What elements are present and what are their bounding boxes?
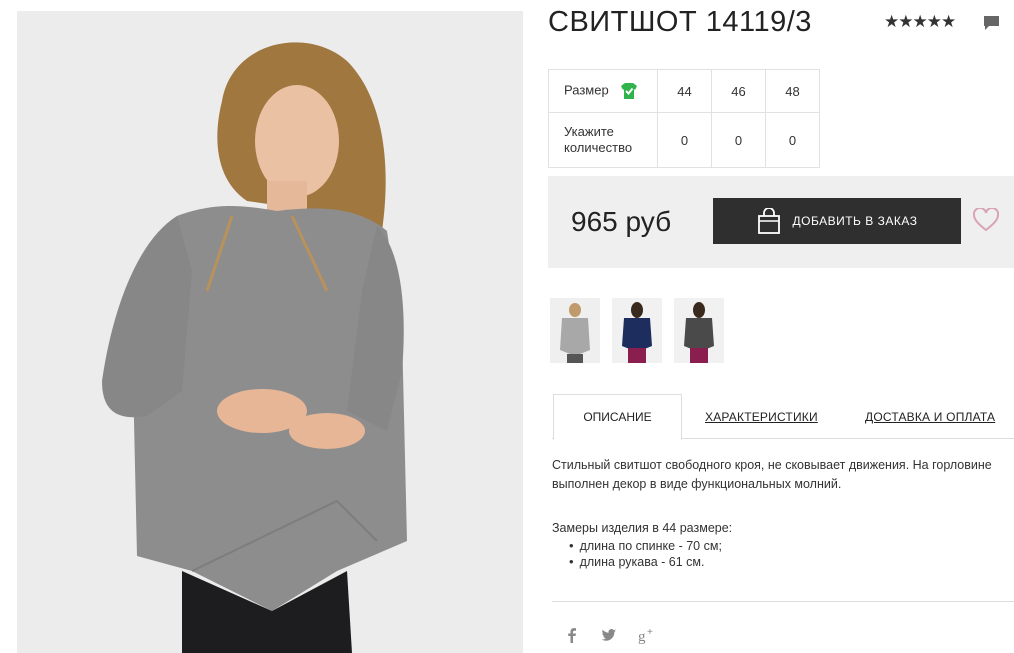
tab-characteristics[interactable]: ХАРАКТЕРИСТИКИ: [705, 394, 818, 439]
measures-block: Замеры изделия в 44 размере: длина по сп…: [552, 520, 732, 570]
size-table: Размер 44 46 48 Укажите количество 0 0 0: [548, 69, 820, 168]
heart-icon[interactable]: [973, 208, 999, 232]
divider: [552, 601, 1014, 602]
quantity-input-44[interactable]: 0: [657, 112, 712, 168]
price: 965 руб: [571, 206, 672, 237]
shirt-check-icon: [621, 83, 638, 99]
add-to-order-label: ДОБАВИТЬ В ЗАКАЗ: [792, 214, 918, 228]
product-tabs: ОПИСАНИЕ ХАРАКТЕРИСТИКИ ДОСТАВКА И ОПЛАТ…: [552, 394, 1014, 440]
thumbnail-navy[interactable]: [612, 298, 662, 363]
description-line: выполнен декор в виде функциональных мол…: [552, 477, 842, 491]
quantity-row: Укажите количество 0 0 0: [548, 112, 820, 168]
measure-item: длина рукава - 61 см.: [569, 554, 732, 570]
thumbnail-dark-grey[interactable]: [674, 298, 724, 363]
twitter-icon[interactable]: [600, 626, 618, 644]
size-row: Размер 44 46 48: [548, 69, 820, 113]
description-line: Стильный свитшот свободного кроя, не ско…: [552, 458, 992, 472]
tab-delivery[interactable]: ДОСТАВКА И ОПЛАТА: [865, 394, 995, 439]
facebook-icon[interactable]: [563, 626, 581, 644]
size-option-44[interactable]: 44: [657, 69, 712, 113]
quantity-label: Укажите количество: [548, 112, 658, 168]
svg-text:+: +: [647, 627, 653, 638]
add-to-order-button[interactable]: ДОБАВИТЬ В ЗАКАЗ: [713, 198, 961, 244]
size-option-48[interactable]: 48: [765, 69, 820, 113]
shopping-bag-icon: [757, 208, 780, 234]
size-label-cell: Размер: [548, 69, 658, 113]
quantity-input-48[interactable]: 0: [765, 112, 820, 168]
comment-icon[interactable]: [983, 15, 1000, 31]
measures-title: Замеры изделия в 44 размере:: [552, 521, 733, 535]
description-text: Стильный свитшот свободного кроя, не ско…: [552, 456, 1014, 494]
svg-text:g: g: [638, 629, 646, 644]
size-option-46[interactable]: 46: [711, 69, 766, 113]
size-label: Размер: [564, 82, 609, 98]
product-title: СВИТШОТ 14119/3: [548, 6, 812, 38]
main-product-image[interactable]: [17, 11, 523, 653]
quantity-input-46[interactable]: 0: [711, 112, 766, 168]
rating-stars[interactable]: ★★★★★: [884, 12, 956, 32]
measures-list: длина по спинке - 70 см; длина рукава - …: [552, 538, 732, 570]
google-plus-icon[interactable]: g +: [638, 626, 656, 644]
price-panel: 965 руб ДОБАВИТЬ В ЗАКАЗ: [548, 176, 1014, 268]
tab-description[interactable]: ОПИСАНИЕ: [553, 394, 682, 440]
measure-item: длина по спинке - 70 см;: [569, 538, 732, 554]
thumbnail-grey[interactable]: [550, 298, 600, 363]
